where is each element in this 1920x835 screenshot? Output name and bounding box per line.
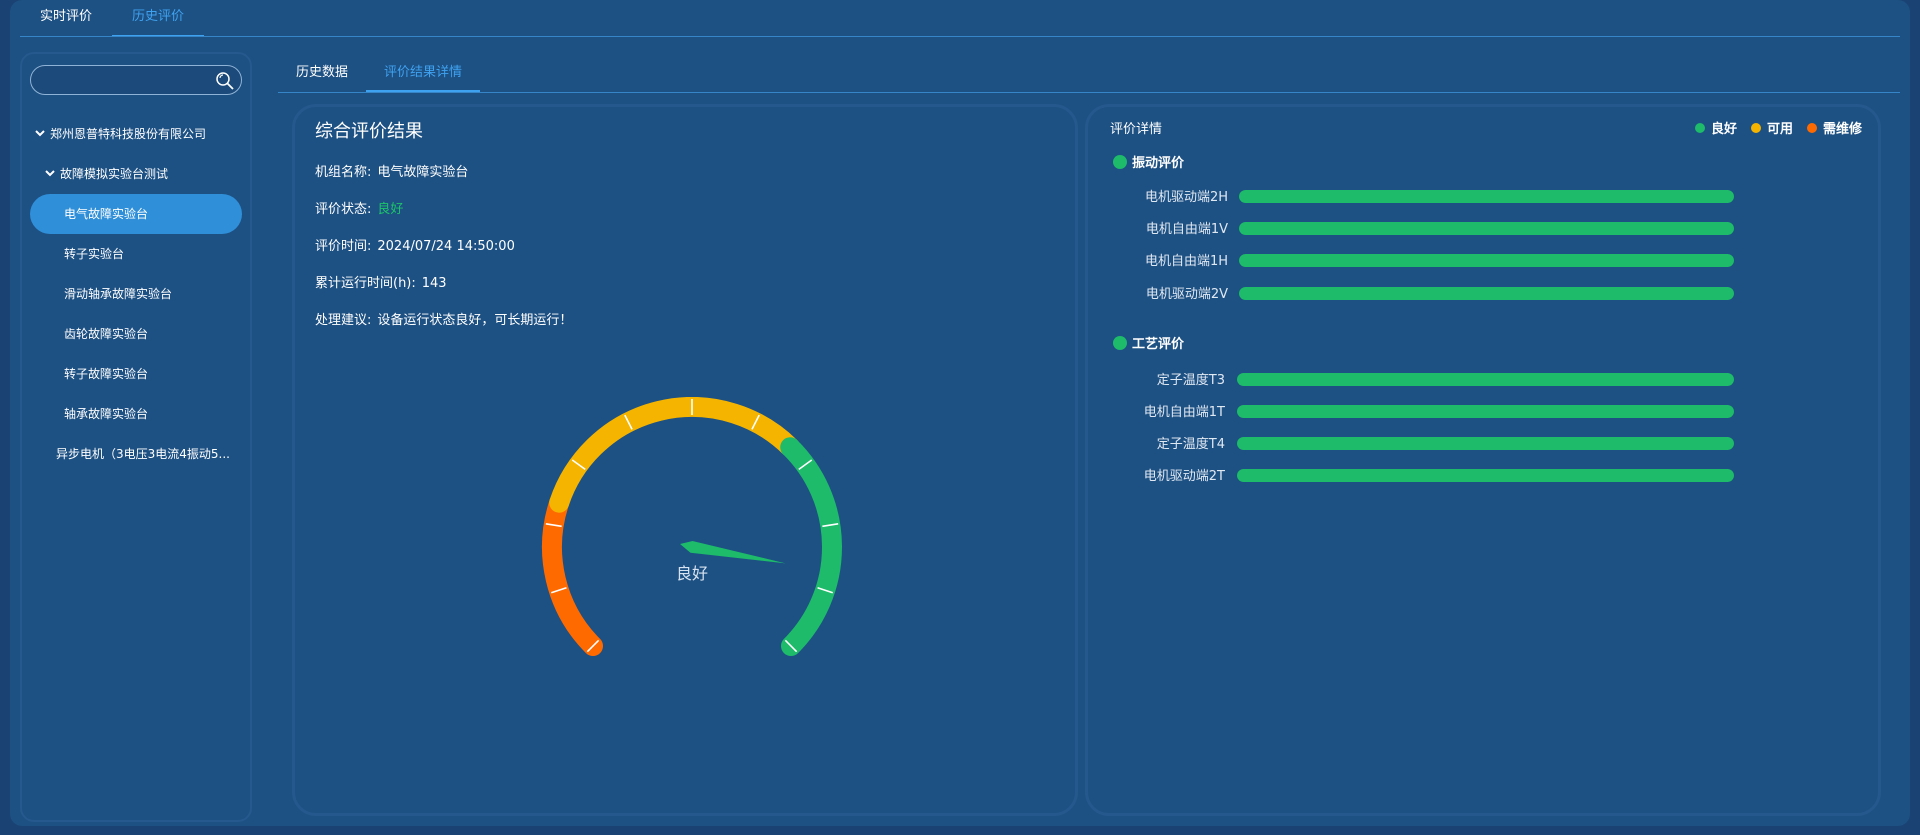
info-row-status: 评价状态: 良好	[315, 198, 403, 217]
legend-label: 良好	[1710, 122, 1737, 137]
gauge-segment-good	[780, 437, 842, 656]
bar-fill	[1239, 222, 1734, 235]
bar-track	[1239, 254, 1734, 267]
tree-node-label: 郑州恩普特科技股份有限公司	[50, 127, 207, 141]
section-process: 工艺评价	[1113, 333, 1184, 352]
gauge-pointer	[680, 541, 786, 564]
search-box	[30, 65, 242, 95]
info-value: 143	[421, 276, 447, 291]
info-value: 设备运行状态良好，可长期运行！	[377, 313, 573, 328]
bar-label: 电机驱动端2H	[1144, 190, 1228, 205]
bar-label: 定子温度T3	[1156, 373, 1225, 388]
status-gauge: 良好	[542, 397, 842, 656]
bar-label: 定子温度T4	[1156, 437, 1225, 452]
overall-result-title: 综合评价结果	[315, 121, 423, 142]
legend-dot	[1694, 122, 1705, 133]
info-label: 累计运行时间(h):	[315, 276, 416, 291]
bar-track	[1239, 287, 1734, 300]
legend-label: 可用	[1766, 122, 1793, 137]
bar-track	[1237, 405, 1734, 418]
section-status-dot	[1113, 335, 1127, 350]
status-value: 良好	[377, 202, 404, 217]
info-value: 2024/07/24 14:50:00	[377, 239, 515, 254]
top-tab-divider	[20, 36, 1900, 37]
legend-dot	[1806, 122, 1817, 133]
sidebar: 郑州恩普特科技股份有限公司 故障模拟实验台测试 电气故障实验台 转子实验台 滑动…	[20, 52, 252, 822]
legend: 良好 可用 需维修	[1681, 118, 1862, 137]
tree-node-bearing-fault-rig[interactable]: 轴承故障实验台	[64, 405, 148, 422]
info-label: 评价状态:	[315, 202, 372, 217]
bar-track	[1239, 190, 1734, 203]
tree-node-rotor-rig[interactable]: 转子实验台	[64, 245, 124, 262]
info-label: 机组名称:	[315, 165, 372, 180]
tree-node-company[interactable]: 郑州恩普特科技股份有限公司	[34, 125, 206, 142]
tab-history-data[interactable]: 历史数据	[278, 56, 366, 92]
overall-result-panel: 综合评价结果 机组名称: 电气故障实验台 评价状态: 良好 评价时间: 2024/07…	[292, 104, 1078, 816]
search-icon[interactable]	[215, 71, 235, 91]
gauge-label: 良好	[676, 564, 708, 583]
info-row-unit-name: 机组名称: 电气故障实验台	[315, 161, 468, 180]
top-tab-bar: 实时评价 历史评价	[20, 0, 205, 37]
legend-item-usable: 可用	[1750, 118, 1793, 137]
legend-label: 需维修	[1822, 122, 1862, 137]
sub-tab-divider	[278, 92, 1900, 93]
info-label: 评价时间:	[315, 239, 372, 254]
bar-fill	[1237, 405, 1734, 418]
bar-track	[1237, 437, 1734, 450]
bar-label: 电机自由端1T	[1143, 405, 1225, 420]
section-status-dot	[1113, 154, 1127, 169]
tab-evaluation-details[interactable]: 评价结果详情	[366, 56, 481, 92]
bar-label: 电机自由端1V	[1145, 222, 1228, 237]
bar-label: 电机驱动端2V	[1145, 287, 1228, 302]
chevron-down-icon	[45, 170, 55, 177]
bar-track	[1237, 373, 1734, 386]
tree-node-label: 故障模拟实验台测试	[60, 167, 169, 181]
info-row-run-hours: 累计运行时间(h): 143	[315, 272, 447, 291]
bar-track	[1237, 469, 1734, 482]
tree-node-gear-fault-rig[interactable]: 齿轮故障实验台	[64, 325, 148, 342]
legend-dot	[1750, 122, 1761, 133]
info-row-eval-time: 评价时间: 2024/07/24 14:50:00	[315, 235, 515, 254]
tab-realtime-evaluation[interactable]: 实时评价	[20, 0, 112, 37]
bar-fill	[1239, 190, 1734, 203]
bar-fill	[1237, 373, 1734, 386]
info-value: 电气故障实验台	[377, 165, 469, 180]
section-vibration: 振动评价	[1113, 152, 1184, 171]
info-row-suggestion: 处理建议: 设备运行状态良好，可长期运行！	[315, 309, 572, 328]
legend-item-need-repair: 需维修	[1806, 118, 1862, 137]
tree-node-electrical-fault-rig[interactable]: 电气故障实验台	[64, 205, 148, 222]
bar-fill	[1237, 469, 1734, 482]
detail-title: 评价详情	[1110, 122, 1163, 137]
bar-fill	[1237, 437, 1734, 450]
bar-label: 电机驱动端2T	[1143, 469, 1225, 484]
info-label: 处理建议:	[315, 313, 372, 328]
tree-node-fault-sim-test[interactable]: 故障模拟实验台测试	[44, 165, 168, 182]
chevron-down-icon	[35, 130, 45, 137]
tree-node-async-motor[interactable]: 异步电机（3电压3电流4振动5...	[56, 445, 230, 462]
bar-label: 电机自由端1H	[1144, 254, 1228, 269]
tab-history-evaluation[interactable]: 历史评价	[112, 0, 205, 37]
tree-node-rotor-fault-rig[interactable]: 转子故障实验台	[64, 365, 148, 382]
bar-track	[1239, 222, 1734, 235]
search-input[interactable]	[31, 66, 206, 94]
gauge-segment-need-repair	[542, 492, 604, 656]
evaluation-detail-panel: 评价详情 良好 可用 需维修 振动评价 电机驱动端2H 电机自由端1V 电机自由…	[1085, 104, 1881, 816]
section-title: 工艺评价	[1132, 337, 1185, 352]
section-title: 振动评价	[1132, 156, 1185, 171]
bar-fill	[1239, 254, 1734, 267]
tree-node-sliding-bearing-rig[interactable]: 滑动轴承故障实验台	[64, 285, 172, 302]
sub-tab-bar: 历史数据 评价结果详情	[278, 56, 481, 92]
bar-fill	[1239, 287, 1734, 300]
legend-item-good: 良好	[1694, 118, 1737, 137]
